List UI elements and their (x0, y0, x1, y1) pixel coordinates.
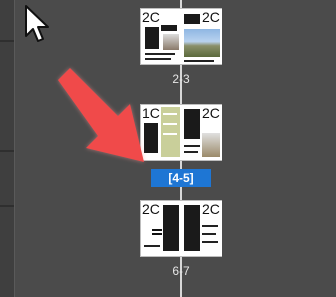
text-line (145, 58, 171, 60)
glyph-mark (152, 229, 162, 231)
text-block (184, 205, 200, 251)
text-block (145, 27, 159, 49)
master-label: 2C (202, 9, 220, 25)
spread-label[interactable]: 6-7 (140, 264, 222, 278)
text-block (161, 25, 177, 31)
panel-left-strip (0, 0, 15, 297)
master-label: 2C (142, 201, 160, 217)
text-block (163, 205, 179, 251)
text-line (184, 145, 200, 147)
grid-line (163, 133, 177, 135)
text-line (184, 151, 198, 153)
strip-divider (0, 205, 14, 207)
text-line (184, 60, 214, 62)
master-label: 2C (202, 105, 220, 121)
page-thumbnail-3[interactable]: 2C (182, 9, 222, 64)
photo-block (163, 34, 179, 50)
photo-block (184, 29, 220, 57)
red-arrow-icon (58, 68, 144, 162)
text-block (184, 14, 200, 24)
text-line (202, 233, 216, 235)
grid-line (163, 113, 177, 115)
master-label: 2C (202, 201, 220, 217)
spread-label-selected[interactable]: [4-5] (151, 169, 211, 187)
text-line (202, 241, 218, 243)
text-block (184, 109, 200, 139)
strip-divider (0, 150, 14, 152)
photo-block (202, 133, 220, 157)
mouse-pointer-icon (25, 5, 49, 42)
spread-thumbnail-2-3[interactable]: 2C 2C (140, 8, 222, 65)
page-thumbnail-2[interactable]: 2C (141, 9, 181, 64)
text-line (144, 245, 160, 247)
page-thumbnail-6[interactable]: 2C (141, 201, 181, 256)
text-line (202, 225, 218, 227)
spread-thumbnail-6-7[interactable]: 2C 2C (140, 200, 222, 257)
master-label: 2C (142, 9, 160, 25)
grid-line (163, 123, 177, 125)
text-line (145, 53, 175, 55)
page-thumbnail-7[interactable]: 2C (182, 201, 222, 256)
strip-divider (0, 40, 14, 42)
glyph-mark (152, 233, 162, 235)
page-thumbnail-5[interactable]: 2C (182, 105, 222, 160)
pages-panel: 2C 2C 2-3 1C 2C [4-5] 2C 2C 6-7 (0, 0, 336, 297)
